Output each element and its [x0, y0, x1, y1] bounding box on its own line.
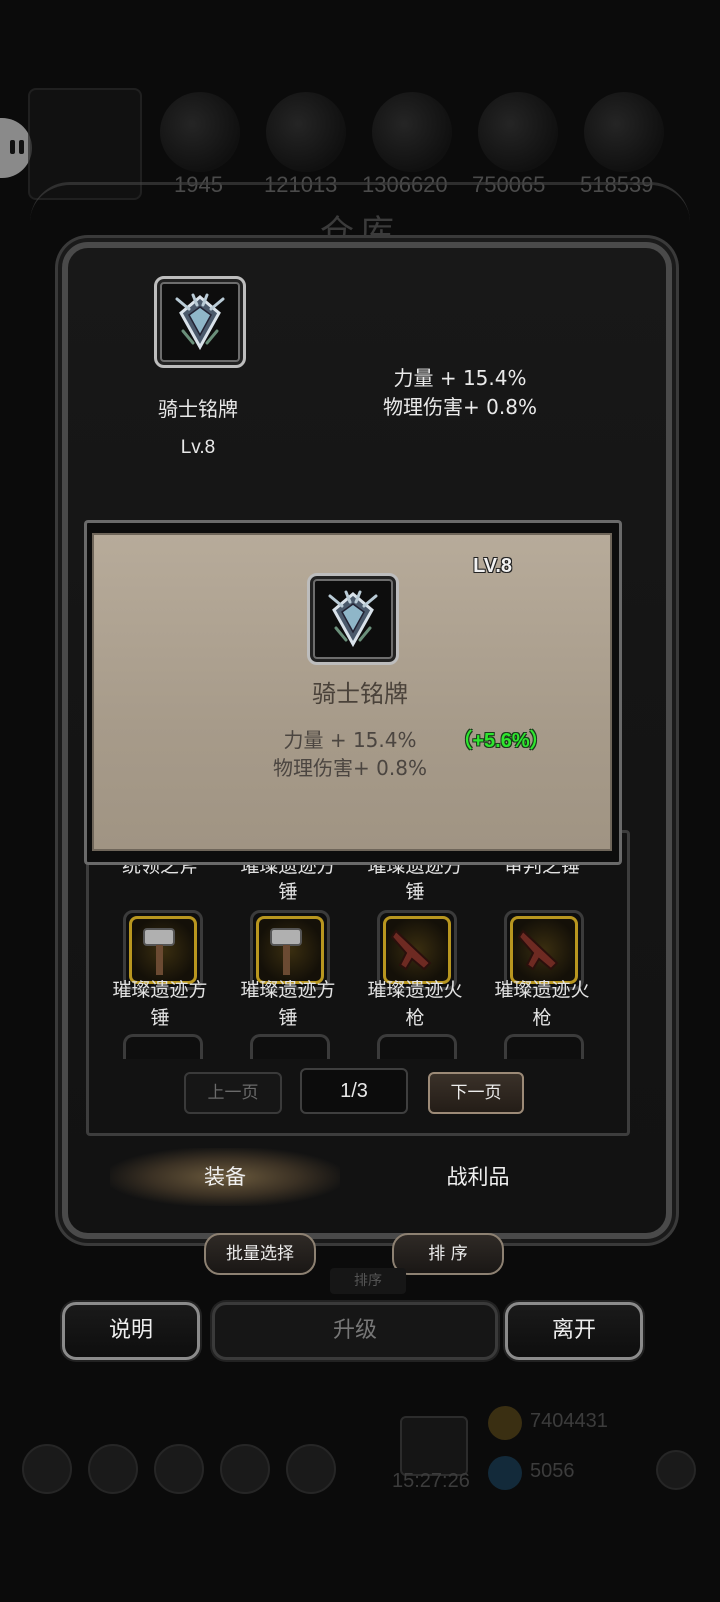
gem-icon — [488, 1456, 522, 1490]
hud-menu-icon — [286, 1444, 336, 1494]
clock-text: 15:27:26 — [392, 1470, 470, 1492]
item-label: 枪 — [405, 1007, 425, 1029]
knight-badge-icon — [175, 293, 225, 351]
item-label: 枪 — [532, 1007, 552, 1029]
page-indicator: 1/3 — [300, 1068, 408, 1114]
item-label: 锤 — [150, 1007, 170, 1029]
equipped-item-name: 骑士铭牌 — [158, 397, 238, 421]
tab-equipment[interactable]: 装备 — [110, 1148, 340, 1206]
chest-icon — [400, 1416, 468, 1476]
equipped-item-level: Lv.8 — [180, 437, 216, 458]
equipped-stat: 力量 + 15.4% — [393, 366, 527, 390]
item-label: 璀璨遗迹火 — [367, 979, 463, 1001]
batch-select-button[interactable]: 批量选择 — [204, 1233, 316, 1275]
prev-page-button[interactable]: 上一页 — [184, 1072, 282, 1114]
hammer-icon — [143, 928, 175, 975]
item-label: 璀璨遗迹方 — [240, 979, 336, 1001]
inventory-slot[interactable] — [123, 1034, 203, 1059]
upgrade-button[interactable]: 升级 — [212, 1302, 498, 1360]
tooltip-level: LV.8 — [473, 555, 512, 577]
equipped-stat: 物理伤害+ 0.8% — [383, 395, 537, 419]
tooltip-bonus: （+5.6%） — [452, 730, 550, 752]
gem-amount: 5056 — [530, 1460, 575, 1482]
tab-loot[interactable]: 战利品 — [368, 1148, 588, 1206]
next-page-button[interactable]: 下一页 — [428, 1072, 524, 1114]
sort-button[interactable]: 排 序 — [392, 1233, 504, 1275]
tooltip-stat: 物理伤害+ 0.8% — [273, 756, 427, 780]
inventory-slot[interactable] — [377, 1034, 457, 1059]
gold-coin-icon — [488, 1406, 522, 1440]
hud-menu-icon — [220, 1444, 270, 1494]
resource-icon — [372, 92, 452, 172]
resource-icon — [160, 92, 240, 172]
item-label: 锤 — [405, 881, 425, 903]
hammer-icon — [270, 928, 302, 975]
add-icon — [656, 1450, 696, 1490]
help-button[interactable]: 说明 — [62, 1302, 200, 1360]
tooltip-stat: 力量 + 15.4% — [283, 728, 417, 752]
leave-button[interactable]: 离开 — [505, 1302, 643, 1360]
tooltip-item-name: 骑士铭牌 — [312, 680, 408, 708]
hud-menu-icon — [22, 1444, 72, 1494]
item-label: 璀璨遗迹火 — [494, 979, 590, 1001]
gun-icon — [517, 929, 559, 971]
hud-menu-icon — [154, 1444, 204, 1494]
item-label: 锤 — [278, 1007, 298, 1029]
item-label: 璀璨遗迹方 — [112, 979, 208, 1001]
background-sort-label: 排序 — [330, 1268, 406, 1294]
tooltip-item-icon — [307, 573, 399, 665]
resource-icon — [478, 92, 558, 172]
resource-icon — [266, 92, 346, 172]
gold-amount: 7404431 — [530, 1410, 608, 1432]
inventory-slot[interactable] — [504, 1034, 584, 1059]
item-label: 锤 — [278, 881, 298, 903]
hud-menu-icon — [88, 1444, 138, 1494]
equipped-item-slot[interactable] — [154, 276, 246, 368]
knight-badge-icon — [328, 590, 378, 648]
resource-icon — [584, 92, 664, 172]
inventory-slot[interactable] — [250, 1034, 330, 1059]
gun-icon — [390, 929, 432, 971]
